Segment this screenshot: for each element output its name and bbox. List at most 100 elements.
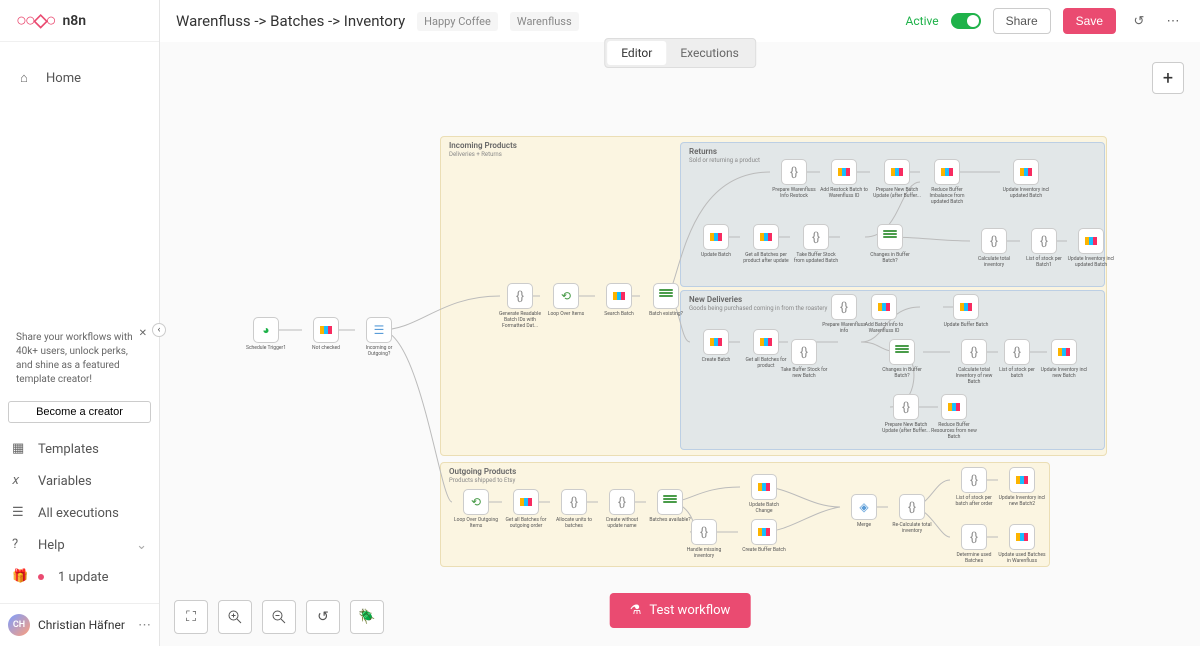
node-changes-buffer-2[interactable]: Changes in Buffer Batch? [878, 339, 926, 379]
node-loop-items[interactable]: ⟲Loop Over Items [542, 283, 590, 317]
more-icon[interactable]: ⋯ [138, 618, 151, 633]
airtable-icon [760, 233, 772, 241]
nav-update[interactable]: 🎁1 update [8, 561, 151, 593]
history-icon[interactable]: ↺ [1128, 14, 1150, 29]
node-update-inv-new2[interactable]: Update Inventory incl new Batch2 [998, 467, 1046, 507]
more-icon[interactable]: ⋯ [1162, 14, 1184, 29]
node-take-buffer-1[interactable]: {}Take Buffer Stock from updated Batch [792, 224, 840, 264]
tab-editor[interactable]: Editor [607, 41, 666, 65]
list-icon: ☰ [12, 505, 28, 521]
active-toggle[interactable] [951, 13, 981, 29]
share-button[interactable]: Share [993, 8, 1051, 34]
node-prep-new-batch-2[interactable]: {}Prepare New Batch Update (after Buffer… [882, 394, 930, 434]
node-list-stock-after[interactable]: {}List of stock per batch after order [950, 467, 998, 507]
node-update-inv-top[interactable]: Update Inventory incl updated Batch [1002, 159, 1050, 199]
become-creator-button[interactable]: Become a creator [8, 401, 151, 423]
gift-icon: 🎁 [12, 569, 28, 585]
nav-templates[interactable]: ▦Templates [8, 433, 151, 465]
node-update-batch[interactable]: Update Batch [692, 224, 740, 258]
node-take-buffer-2[interactable]: {}Take Buffer Stock for new Batch [780, 339, 828, 379]
close-icon[interactable]: ✕ [139, 327, 147, 341]
add-node-button[interactable]: + [1152, 62, 1184, 94]
loop-icon: ⟲ [471, 495, 481, 509]
code-icon: {} [516, 289, 524, 303]
code-icon: {} [840, 300, 848, 314]
node-update-used[interactable]: Update used Batches in Warenfluss [998, 524, 1046, 564]
zoom-in-button[interactable] [218, 600, 252, 634]
node-incoming-outgoing[interactable]: ☰Incoming or Outgoing? [355, 317, 403, 357]
nav-home[interactable]: ⌂ Home [16, 62, 143, 94]
node-recalc[interactable]: {}Re-Calculate total inventory [888, 494, 936, 534]
nav-executions[interactable]: ☰All executions [8, 497, 151, 529]
view-tabs: Editor Executions [604, 38, 756, 68]
zoom-out-icon [271, 609, 287, 625]
tab-executions[interactable]: Executions [666, 41, 752, 65]
flask-icon: ⚗ [630, 603, 642, 618]
zoom-out-button[interactable] [262, 600, 296, 634]
node-update-change[interactable]: Update Batch Change [740, 474, 788, 514]
sidebar-collapse[interactable]: ‹ [152, 323, 166, 337]
chevron-down-icon: ⌄ [136, 538, 147, 553]
node-prep-restock[interactable]: {}Prepare Warenfluss Info Restock [770, 159, 818, 199]
debug-button[interactable]: 🪲 [350, 600, 384, 634]
airtable-icon [1016, 476, 1028, 484]
node-not-checked[interactable]: Not checked [302, 317, 350, 351]
code-icon: {} [618, 495, 626, 509]
node-merge[interactable]: ◈Merge [840, 494, 888, 528]
node-list-stock-1[interactable]: {}List of stock per Batch1 [1020, 228, 1068, 268]
node-determine-used[interactable]: {}Determine used Batches [950, 524, 998, 564]
code-icon: {} [902, 400, 910, 414]
node-list-stock-2[interactable]: {}List of stock per batch [993, 339, 1041, 379]
node-update-inv-new[interactable]: Update Inventory incl new Batch [1040, 339, 1088, 379]
nav-home-label: Home [46, 71, 81, 86]
node-reduce-buffer-2[interactable]: Reduce Buffer Resources from new Batch [930, 394, 978, 440]
node-prep-new-batch[interactable]: Prepare New Batch Update (after Buffer..… [873, 159, 921, 199]
airtable-icon [320, 326, 332, 334]
node-create-wo[interactable]: {}Create without update name [598, 489, 646, 529]
node-calc-total-1[interactable]: {}Calculate total inventory [970, 228, 1018, 268]
workflow-title[interactable]: Warenfluss -> Batches -> Inventory [176, 12, 405, 30]
node-batches-avail[interactable]: Batches available? [646, 489, 694, 523]
node-changes-buffer-1[interactable]: Changes in Buffer Batch? [866, 224, 914, 264]
node-create-batch[interactable]: Create Batch [692, 329, 740, 363]
nav-variables[interactable]: 𝑥Variables [8, 465, 151, 497]
canvas[interactable]: + Incoming Products Deliveries + Returns… [160, 42, 1200, 646]
logo-area: ○○◇○ n8n [0, 0, 159, 42]
variables-icon: 𝑥 [12, 473, 28, 489]
node-schedule-trigger[interactable]: ◕Schedule Trigger1 [242, 317, 290, 351]
node-update-inv-upd[interactable]: Update Inventory incl updated Batch [1067, 228, 1115, 268]
test-workflow-button[interactable]: ⚗ Test workflow [610, 593, 751, 628]
help-icon: ? [12, 537, 28, 553]
node-loop-outgoing[interactable]: ⟲Loop Over Outgoing Items [452, 489, 500, 529]
node-add-batch-info[interactable]: Add Batch info to Warenfluss ID [860, 294, 908, 334]
node-calc-total-2[interactable]: {}Calculate total Inventory of new Batch [950, 339, 998, 385]
save-button[interactable]: Save [1063, 8, 1116, 34]
airtable-icon [758, 528, 770, 536]
airtable-icon [1020, 168, 1032, 176]
avatar: CH [8, 614, 30, 636]
node-search-batch[interactable]: Search Batch [595, 283, 643, 317]
airtable-icon [1085, 237, 1097, 245]
node-batch-existing[interactable]: Batch existing? [642, 283, 690, 317]
node-allocate[interactable]: {}Allocate units to batches [550, 489, 598, 529]
fit-view-button[interactable]: ⛶ [174, 600, 208, 634]
tag-1[interactable]: Happy Coffee [417, 12, 498, 31]
node-handle-missing[interactable]: {}Handle missing inventory [680, 519, 728, 559]
node-create-buffer[interactable]: Create Buffer Batch [740, 519, 788, 553]
creator-banner: ✕ Share your workflows with 40k+ users, … [8, 323, 151, 395]
node-update-buffer[interactable]: Update Buffer Batch [942, 294, 990, 328]
tag-2[interactable]: Warenfluss [510, 12, 579, 31]
node-get-batches-out[interactable]: Get all Batches for outgoing order [502, 489, 550, 529]
code-icon: {} [970, 345, 978, 359]
templates-icon: ▦ [12, 441, 28, 457]
nav-help[interactable]: ?Help⌄ [8, 529, 151, 561]
node-add-restock[interactable]: Add Restock Batch to Warenfluss ID [820, 159, 868, 199]
node-reduce-buffer[interactable]: Reduce Buffer Imbalance from updated Bat… [923, 159, 971, 205]
node-generate-ids[interactable]: {}Generate Readable Batch IDs with Forma… [496, 283, 544, 329]
user-row[interactable]: CH Christian Häfner ⋯ [0, 603, 159, 646]
reset-button[interactable]: ↺ [306, 600, 340, 634]
switch-icon [883, 230, 897, 244]
node-get-batches-1[interactable]: Get all Batches per product after update [742, 224, 790, 264]
zoom-in-icon [227, 609, 243, 625]
code-icon: {} [700, 525, 708, 539]
